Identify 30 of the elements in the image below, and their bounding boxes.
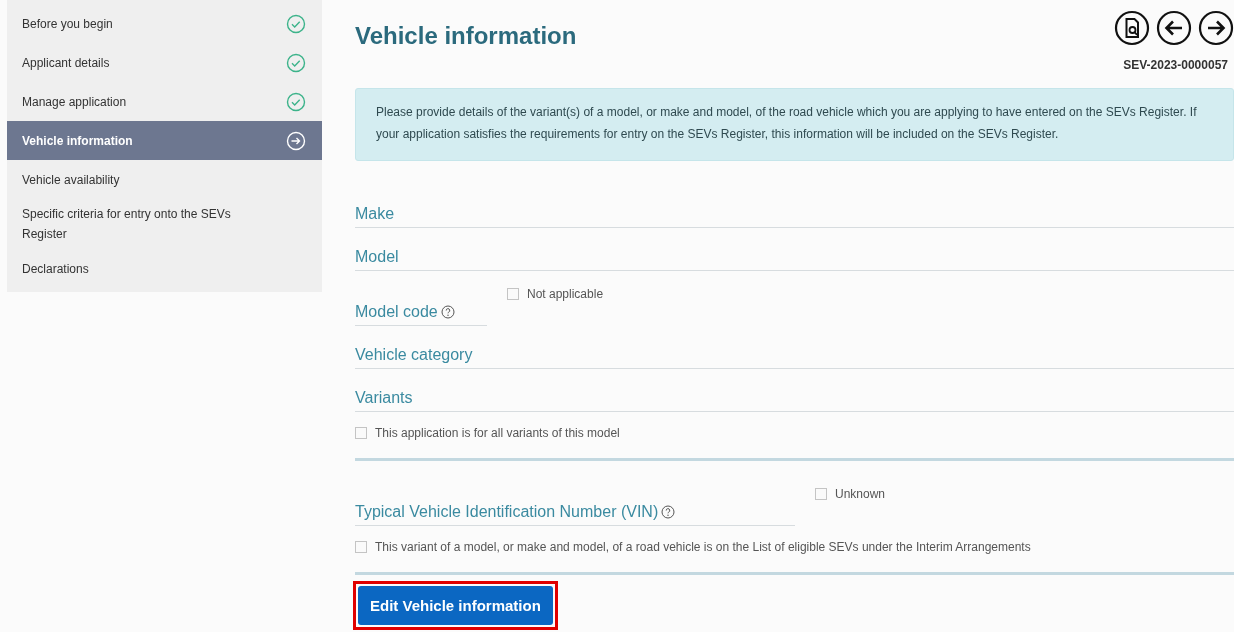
- help-icon[interactable]: [440, 305, 455, 319]
- back-arrow-icon[interactable]: [1156, 10, 1192, 46]
- sidebar-item[interactable]: Applicant details: [7, 43, 322, 82]
- sidebar-item[interactable]: Vehicle information: [7, 121, 322, 160]
- form-field[interactable]: Make: [355, 191, 1234, 228]
- document-icon[interactable]: [1114, 10, 1150, 46]
- page-title: Vehicle information: [355, 22, 577, 50]
- checkbox[interactable]: [355, 541, 367, 553]
- help-icon[interactable]: [661, 505, 676, 519]
- checkbox-label: Unknown: [835, 487, 886, 501]
- info-message: Please provide details of the variant(s) of a model, or make and model, of the road vehicle which you are applying to have entered on the SEVs Register. If your application satisfies the requirements for entry on the SEVs Register, this information will be included on the SEVs Register.: [355, 88, 1234, 161]
- checkbox[interactable]: [815, 488, 827, 500]
- sidebar-item[interactable]: Before you begin: [7, 4, 322, 43]
- form-field[interactable]: Vehicle category: [355, 332, 1234, 369]
- sidebar-item[interactable]: Declarations: [7, 249, 322, 288]
- forward-arrow-icon[interactable]: [1198, 10, 1234, 46]
- checkbox[interactable]: [507, 288, 519, 300]
- sidebar-item[interactable]: Manage application: [7, 82, 322, 121]
- form-field[interactable]: Model: [355, 234, 1234, 271]
- checkbox[interactable]: [355, 427, 367, 439]
- form-field[interactable]: Model code: [355, 277, 487, 326]
- checkbox-label: Not applicable: [527, 287, 604, 301]
- checkbox-label: This variant of a model, or make and model, of a road vehicle is on the List of eligible SEVs under the Interim Arrangements: [375, 540, 1031, 554]
- form-field[interactable]: Variants: [355, 375, 1234, 412]
- reference-number: SEV-2023-0000057: [1123, 58, 1229, 72]
- checkbox-label: This application is for all variants of this model: [375, 426, 620, 440]
- sidebar-item[interactable]: Specific criteria for entry onto the SEVs Register: [7, 199, 322, 249]
- edit-button[interactable]: Edit Vehicle information: [358, 586, 553, 625]
- sidebar-item[interactable]: Vehicle availability: [7, 160, 322, 199]
- form-field[interactable]: Typical Vehicle Identification Number (VIN): [355, 477, 795, 526]
